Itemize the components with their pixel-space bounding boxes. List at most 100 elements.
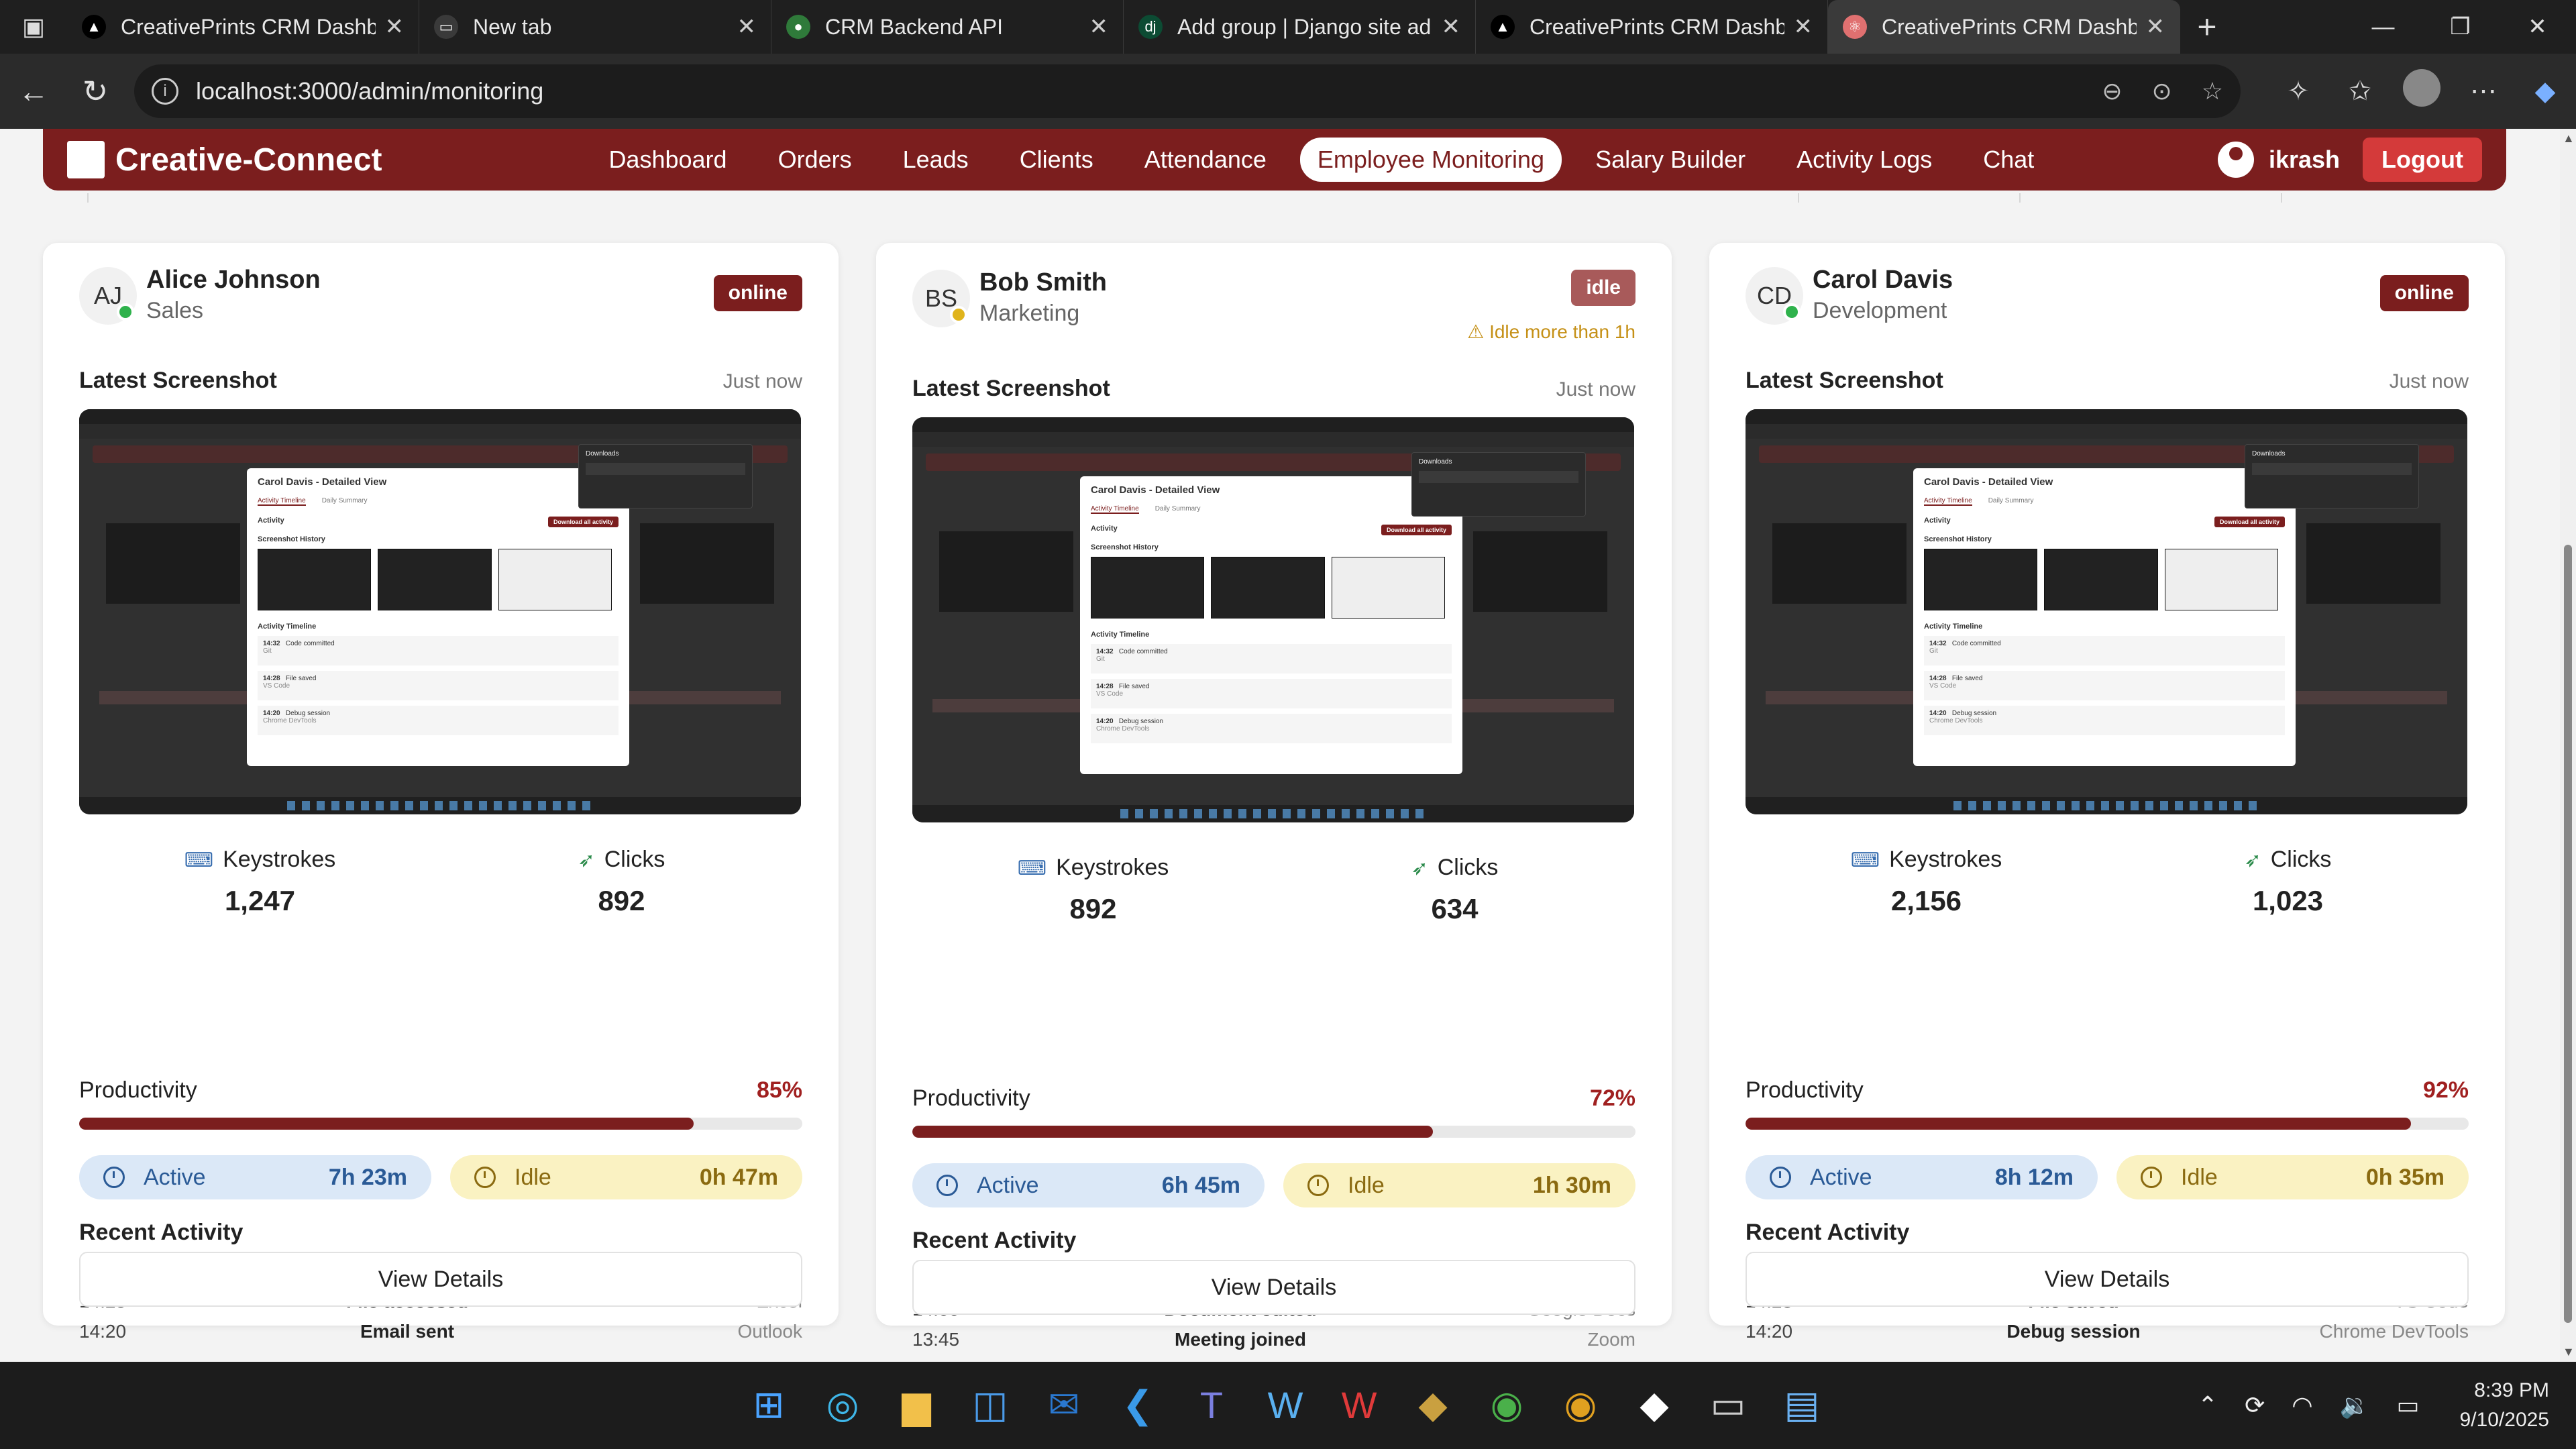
thumb-downloads-popup: Downloads bbox=[1411, 452, 1586, 517]
wps-icon[interactable]: W bbox=[1328, 1374, 1390, 1436]
favorite-star-icon[interactable]: ☆ bbox=[2202, 77, 2223, 105]
settings-more-icon[interactable]: ⋯ bbox=[2453, 76, 2514, 107]
nav-item-chat[interactable]: Chat bbox=[1966, 138, 2051, 182]
tab-close-icon[interactable]: ✕ bbox=[385, 13, 405, 40]
employee-department: Development bbox=[1813, 298, 1947, 323]
restore-icon[interactable]: ❐ bbox=[2422, 0, 2499, 54]
brand[interactable]: Creative-Connect bbox=[67, 141, 382, 178]
tab-title: CreativePrints CRM Dashboard bbox=[1882, 14, 2137, 39]
monitor-app-icon[interactable]: ▤ bbox=[1771, 1374, 1833, 1436]
thumb-downloads-popup: Downloads bbox=[578, 444, 753, 508]
browser-tab[interactable]: ⚛ CreativePrints CRM Dashboard ✕ bbox=[1828, 0, 2180, 54]
page-content: Creative-Connect Dashboard Orders Leads Cli… bbox=[0, 129, 2560, 1362]
logout-button[interactable]: Logout bbox=[2363, 138, 2482, 182]
site-info-icon[interactable]: i bbox=[152, 78, 178, 105]
new-tab-button[interactable]: + bbox=[2180, 7, 2234, 46]
scroll-up-icon[interactable]: ▲ bbox=[2563, 131, 2575, 146]
page-scrollbar[interactable]: ▲ ▼ bbox=[2560, 129, 2576, 1362]
tab-close-icon[interactable]: ✕ bbox=[737, 13, 757, 40]
more-tools-icon[interactable]: ⊙ bbox=[2152, 77, 2172, 105]
screenshot-title: Latest Screenshot bbox=[912, 376, 1110, 401]
tab-title: CreativePrints CRM Dashboard bbox=[1529, 14, 1784, 39]
browser-tab[interactable]: ● CRM Backend API ✕ bbox=[771, 0, 1124, 54]
latest-screenshot-image[interactable]: Carol Davis - Detailed View Activity Tim… bbox=[1746, 409, 2467, 814]
file-explorer-icon[interactable]: ▆ bbox=[885, 1374, 947, 1436]
app-navbar: Creative-Connect Dashboard Orders Leads Cli… bbox=[43, 129, 2506, 191]
vscode-icon[interactable]: ❮ bbox=[1107, 1374, 1169, 1436]
browser-tab[interactable]: dj Add group | Django site admin ✕ bbox=[1124, 0, 1476, 54]
nav-item-attendance[interactable]: Attendance bbox=[1127, 138, 1284, 182]
clock[interactable]: 8:39 PM 9/10/2025 bbox=[2460, 1376, 2549, 1435]
url-text: localhost:3000/admin/monitoring bbox=[196, 77, 544, 105]
clock-date: 9/10/2025 bbox=[2459, 1409, 2549, 1431]
clicks-label: ➶ Clicks bbox=[2244, 847, 2332, 872]
latest-screenshot-image[interactable]: Carol Davis - Detailed View Activity Tim… bbox=[79, 409, 801, 814]
writer-icon[interactable]: W bbox=[1254, 1374, 1316, 1436]
activity-source: Chrome DevTools bbox=[2319, 1320, 2469, 1342]
productivity-value: 85% bbox=[756, 1077, 802, 1103]
browser-tab[interactable]: ▲ CreativePrints CRM Dashboard ✕ bbox=[67, 0, 419, 54]
start-icon[interactable]: ⊞ bbox=[738, 1374, 800, 1436]
volume-icon[interactable]: 🔉 bbox=[2340, 1391, 2370, 1419]
tab-close-icon[interactable]: ✕ bbox=[2146, 13, 2165, 40]
edge-icon[interactable]: ◎ bbox=[812, 1374, 873, 1436]
browser-tab[interactable]: ▲ CreativePrints CRM Dashboard ✕ bbox=[1476, 0, 1828, 54]
employee-header: CD Carol Davis Development online bbox=[1746, 266, 2469, 341]
view-details-button[interactable]: View Details bbox=[912, 1260, 1635, 1315]
chrome-icon[interactable]: ◉ bbox=[1476, 1374, 1538, 1436]
chrome-profile-icon[interactable]: ◉ bbox=[1550, 1374, 1611, 1436]
extensions-icon[interactable]: ✧ bbox=[2267, 76, 2329, 107]
clock-icon bbox=[936, 1175, 958, 1196]
battery-icon[interactable]: ▭ bbox=[2397, 1391, 2420, 1419]
close-window-icon[interactable]: ✕ bbox=[2499, 0, 2576, 54]
app-folder-icon[interactable]: ◆ bbox=[1402, 1374, 1464, 1436]
terminal-icon[interactable]: ▭ bbox=[1697, 1374, 1759, 1436]
scrollbar-thumb[interactable] bbox=[2564, 545, 2572, 1323]
brand-name: Creative-Connect bbox=[115, 142, 382, 178]
minimize-icon[interactable]: — bbox=[2345, 0, 2422, 54]
nav-item-salary-builder[interactable]: Salary Builder bbox=[1578, 138, 1763, 182]
scroll-down-icon[interactable]: ▼ bbox=[2563, 1345, 2575, 1359]
show-hidden-icons-icon[interactable]: ⌃ bbox=[2198, 1391, 2218, 1419]
keystrokes-value: 892 bbox=[1069, 893, 1117, 924]
url-field[interactable]: i localhost:3000/admin/monitoring ⊖ ⊙ ☆ bbox=[134, 64, 2241, 118]
user-avatar-icon[interactable] bbox=[2217, 142, 2254, 178]
wifi-icon[interactable]: ◠ bbox=[2292, 1391, 2312, 1419]
outlook-icon[interactable]: ✉ bbox=[1033, 1374, 1095, 1436]
tab-close-icon[interactable]: ✕ bbox=[1794, 13, 1813, 40]
tab-actions-icon[interactable]: ▣ bbox=[0, 0, 67, 54]
zoom-icon[interactable]: ⊖ bbox=[2102, 77, 2122, 105]
nav-item-clients[interactable]: Clients bbox=[1002, 138, 1111, 182]
keystrokes-value: 2,156 bbox=[1890, 885, 1962, 916]
profile-icon[interactable] bbox=[2391, 69, 2453, 113]
view-details-button[interactable]: View Details bbox=[1746, 1252, 2469, 1307]
copilot-icon[interactable]: ◆ bbox=[2514, 76, 2576, 107]
tab-title: Add group | Django site admin bbox=[1177, 14, 1432, 39]
window-controls: — ❐ ✕ bbox=[2345, 0, 2576, 54]
thumb-timeline-item: 14:20 Debug session Chrome DevTools bbox=[1091, 714, 1452, 743]
nav-item-employee-monitoring[interactable]: Employee Monitoring bbox=[1299, 138, 1562, 182]
browser-tab[interactable]: ▭ New tab ✕ bbox=[419, 0, 771, 54]
favorites-icon[interactable]: ✩ bbox=[2329, 76, 2391, 107]
nav-item-orders[interactable]: Orders bbox=[761, 138, 869, 182]
store-icon[interactable]: ◫ bbox=[959, 1374, 1021, 1436]
reload-icon[interactable]: ↻ bbox=[64, 60, 126, 122]
sync-icon[interactable]: ⟳ bbox=[2245, 1391, 2265, 1419]
tab-close-icon[interactable]: ✕ bbox=[1442, 13, 1461, 40]
screenshot-time: Just now bbox=[2389, 370, 2469, 392]
nav-item-leads[interactable]: Leads bbox=[885, 138, 986, 182]
recent-activity-title: Recent Activity bbox=[912, 1228, 1077, 1253]
tab-favicon-icon: ▲ bbox=[1491, 15, 1515, 39]
nav-item-activity-logs[interactable]: Activity Logs bbox=[1779, 138, 1949, 182]
latest-screenshot-image[interactable]: Carol Davis - Detailed View Activity Tim… bbox=[912, 417, 1634, 822]
teams-icon[interactable]: T bbox=[1181, 1374, 1242, 1436]
clicks-value: 892 bbox=[598, 885, 645, 916]
keystrokes-label: ⌨ Keystrokes bbox=[1017, 855, 1169, 880]
idle-time-value: 0h 47m bbox=[699, 1164, 778, 1190]
view-details-button[interactable]: View Details bbox=[79, 1252, 802, 1307]
epic-icon[interactable]: ◆ bbox=[1623, 1374, 1685, 1436]
tab-title: CRM Backend API bbox=[825, 14, 1003, 39]
back-icon[interactable]: ← bbox=[3, 60, 64, 122]
nav-item-dashboard[interactable]: Dashboard bbox=[591, 138, 744, 182]
tab-close-icon[interactable]: ✕ bbox=[1089, 13, 1109, 40]
